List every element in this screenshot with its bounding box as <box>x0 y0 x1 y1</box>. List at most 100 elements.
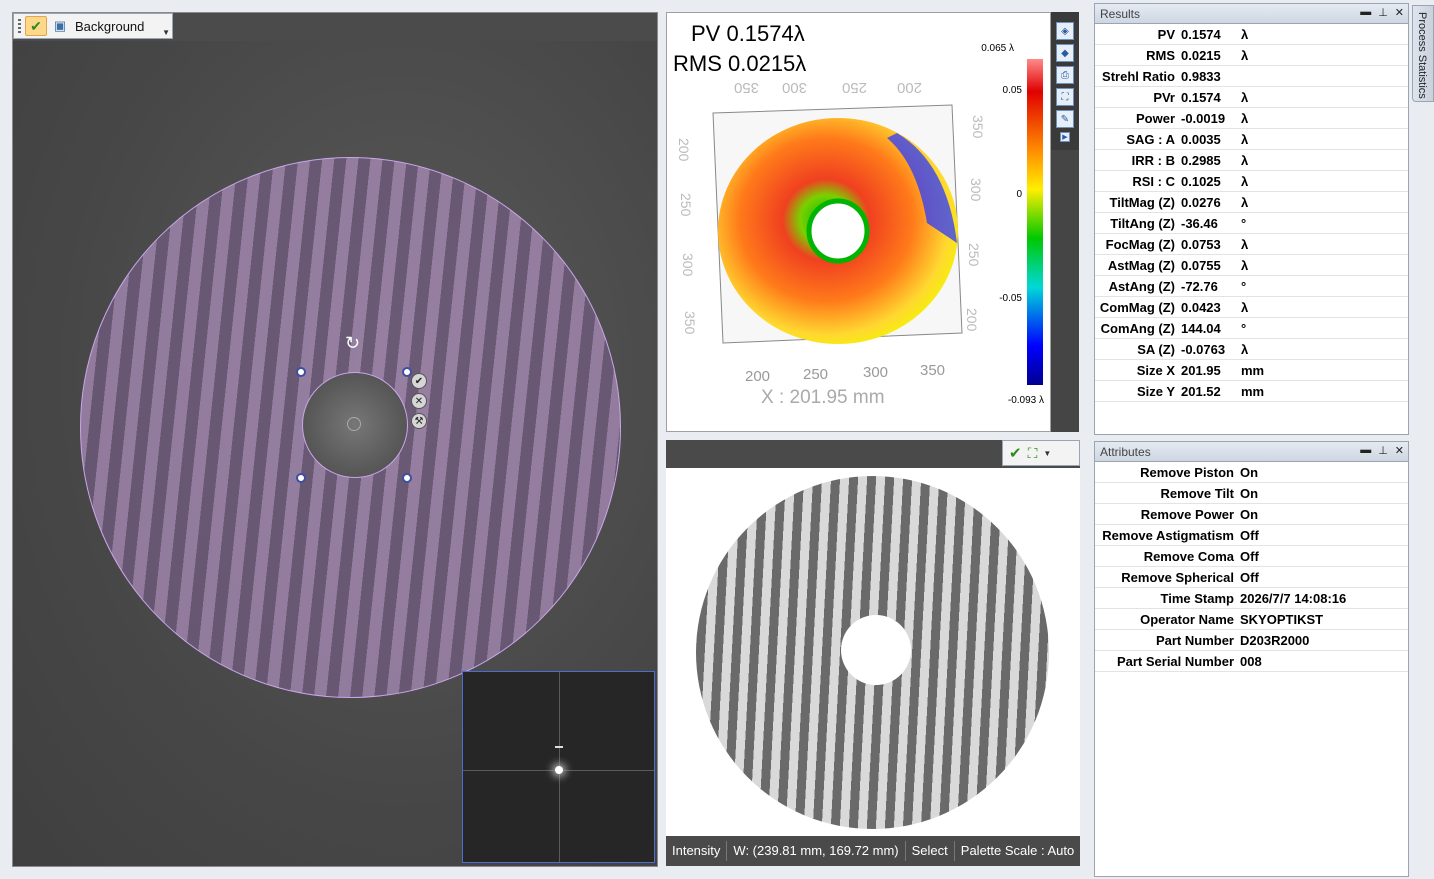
results-row[interactable]: AstMag (Z) 0.0755 λ <box>1095 255 1408 276</box>
fit-view-icon[interactable]: ⛶ <box>1056 88 1074 106</box>
results-row[interactable]: TiltAng (Z) -36.46 ° <box>1095 213 1408 234</box>
attributes-row[interactable]: Part Serial Number 008 <box>1095 651 1408 672</box>
background-label[interactable]: Background <box>75 19 144 34</box>
pin-icon[interactable]: ⊥ <box>1378 6 1388 19</box>
colorbar-tick-1: 0.05 <box>1003 85 1023 96</box>
results-row[interactable]: AstAng (Z) -72.76 ° <box>1095 276 1408 297</box>
results-row-unit: ° <box>1241 320 1247 336</box>
close-icon[interactable]: ✕ <box>1395 444 1404 457</box>
results-row[interactable]: TiltMag (Z) 0.0276 λ <box>1095 192 1408 213</box>
delete-shape-icon[interactable]: ✕ <box>411 393 427 409</box>
capture-image[interactable]: ↻ ✔ ✕ ⚒ <box>13 41 657 866</box>
back-x-tick-0: 350 <box>734 79 759 96</box>
results-row[interactable]: Size Y 201.52 mm <box>1095 381 1408 402</box>
annotate-icon[interactable]: ✎ <box>1056 110 1074 128</box>
attributes-header: Attributes ▬ ⊥ ✕ <box>1095 442 1408 462</box>
check-icon[interactable]: ✔ <box>1009 444 1022 462</box>
back-x-tick-1: 300 <box>782 79 807 96</box>
capture-pane[interactable]: ✔ ▣ Background ▼ ↻ ✔ ✕ ⚒ <box>12 12 658 867</box>
results-row[interactable]: FocMag (Z) 0.0753 λ <box>1095 234 1408 255</box>
intensity-image[interactable] <box>666 468 1080 836</box>
attributes-row-value: Off <box>1240 548 1259 564</box>
results-row[interactable]: SAG : A 0.0035 λ <box>1095 129 1408 150</box>
expand-icon[interactable]: ▶ <box>1060 132 1070 142</box>
surface-map-plot[interactable]: 350 300 250 200 200 250 300 350 X : 201.… <box>667 13 1052 433</box>
attributes-row[interactable]: Time Stamp 2026/7/7 14:08:16 <box>1095 588 1408 609</box>
results-row-value: 0.9833 <box>1181 68 1221 84</box>
edit-shape-icon[interactable]: ⚒ <box>411 413 427 429</box>
attributes-row[interactable]: Remove Coma Off <box>1095 546 1408 567</box>
window-menu-icon[interactable]: ▬ <box>1360 444 1371 457</box>
results-row[interactable]: PV 0.1574 λ <box>1095 24 1408 45</box>
surface-center-hole <box>806 198 870 264</box>
status-tool[interactable]: Select <box>906 841 955 861</box>
results-row[interactable]: Size X 201.95 mm <box>1095 360 1408 381</box>
results-row[interactable]: PVr 0.1574 λ <box>1095 87 1408 108</box>
attributes-row[interactable]: Operator Name SKYOPTIKST <box>1095 609 1408 630</box>
back-x-tick-3: 200 <box>897 79 922 96</box>
attributes-row-key: Remove Astigmatism <box>1102 527 1234 543</box>
close-icon[interactable]: ✕ <box>1395 6 1404 19</box>
confirm-shape-icon[interactable]: ✔ <box>411 373 427 389</box>
toolbar-grip[interactable] <box>18 19 21 33</box>
inner-obscuration-mask[interactable] <box>302 372 408 478</box>
results-row[interactable]: SA (Z) -0.0763 λ <box>1095 339 1408 360</box>
results-row-key: IRR : B <box>1131 152 1175 168</box>
results-row[interactable]: ComMag (Z) 0.0423 λ <box>1095 297 1408 318</box>
camera-icon[interactable]: ▣ <box>51 18 69 34</box>
results-row-key: SA (Z) <box>1137 341 1175 357</box>
resize-handle-bl[interactable] <box>296 473 306 483</box>
results-row[interactable]: Power -0.0019 λ <box>1095 108 1408 129</box>
rotate-icon[interactable]: ↻ <box>345 333 360 354</box>
attributes-row[interactable]: Remove Tilt On <box>1095 483 1408 504</box>
resize-handle-tr[interactable] <box>402 367 412 377</box>
attributes-row-value: Off <box>1240 569 1259 585</box>
results-row-value: -36.46 <box>1181 215 1218 231</box>
pin-icon[interactable]: ⊥ <box>1378 444 1388 457</box>
resize-handle-br[interactable] <box>402 473 412 483</box>
attributes-row[interactable]: Remove Power On <box>1095 504 1408 525</box>
x-tick-2: 300 <box>863 364 888 381</box>
palette-icon[interactable]: ◈ <box>1056 22 1074 40</box>
attributes-row[interactable]: Remove Piston On <box>1095 462 1408 483</box>
attributes-row[interactable]: Remove Spherical Off <box>1095 567 1408 588</box>
surface-map-pane[interactable]: PV 0.1574λ RMS 0.0215λ 350 300 250 200 2… <box>666 12 1051 432</box>
intensity-toolbar: ✔ ⛶ ▼ <box>1002 440 1080 466</box>
results-row-unit: λ <box>1241 341 1249 357</box>
results-row-unit: λ <box>1241 131 1249 147</box>
accept-mask-button[interactable]: ✔ <box>25 16 47 36</box>
results-row[interactable]: Strehl Ratio 0.9833 <box>1095 66 1408 87</box>
status-palette-scale[interactable]: Palette Scale : Auto <box>955 841 1080 861</box>
toolbar-dropdown-icon[interactable]: ▼ <box>162 28 170 37</box>
attributes-row-key: Remove Tilt <box>1160 485 1234 501</box>
results-row-unit: λ <box>1241 152 1249 168</box>
attributes-row-value: On <box>1240 485 1259 501</box>
x-tick-0: 200 <box>745 368 770 385</box>
y-tick-3: 350 <box>970 115 986 139</box>
results-row-value: 144.04 <box>1181 320 1221 336</box>
results-row[interactable]: RMS 0.0215 λ <box>1095 45 1408 66</box>
left-y-tick-2: 300 <box>680 253 696 277</box>
results-row[interactable]: RSI : C 0.1025 λ <box>1095 171 1408 192</box>
results-row[interactable]: ComAng (Z) 144.04 ° <box>1095 318 1408 339</box>
attributes-row[interactable]: Remove Astigmatism Off <box>1095 525 1408 546</box>
results-row[interactable]: IRR : B 0.2985 λ <box>1095 150 1408 171</box>
results-row-unit: mm <box>1241 362 1265 378</box>
capture-toolbar: ✔ ▣ Background ▼ <box>13 13 173 39</box>
x-tick-1: 250 <box>803 366 828 383</box>
status-mode[interactable]: Intensity <box>666 841 728 861</box>
print-icon[interactable]: ⎙ <box>1056 66 1074 84</box>
results-row-value: -72.76 <box>1181 278 1218 294</box>
process-statistics-tab[interactable]: Process Statistics <box>1412 5 1434 102</box>
window-menu-icon[interactable]: ▬ <box>1360 6 1371 19</box>
results-row-value: 0.0755 <box>1181 257 1221 273</box>
attributes-row[interactable]: Part Number D203R2000 <box>1095 630 1408 651</box>
chevron-down-icon[interactable]: ▼ <box>1043 449 1051 458</box>
attributes-row-value: SKYOPTIKST <box>1240 611 1324 627</box>
resize-handle-tl[interactable] <box>296 367 306 377</box>
colorbar-min-label: -0.093 λ <box>1008 395 1044 406</box>
fit-view-icon[interactable]: ⛶ <box>1028 445 1038 462</box>
results-row-unit: ° <box>1241 278 1247 294</box>
results-row-key: Size X <box>1136 362 1175 378</box>
layers-icon[interactable]: ◆ <box>1056 44 1074 62</box>
